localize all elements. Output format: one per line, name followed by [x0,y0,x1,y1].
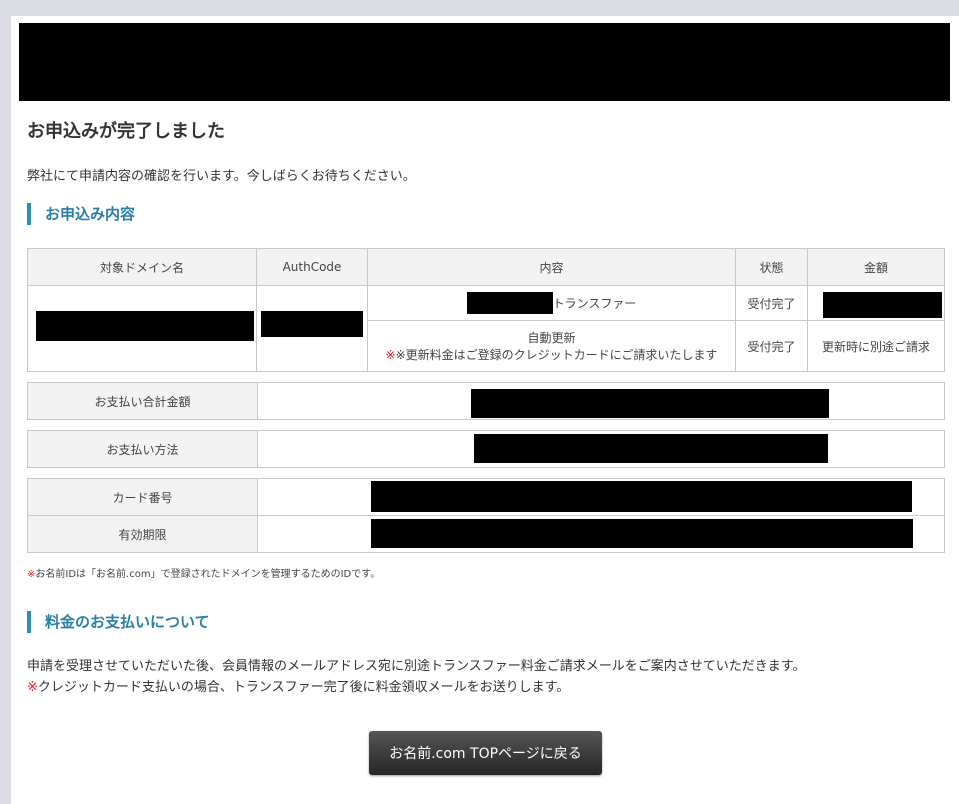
content-transfer: トランスファー [552,296,637,311]
application-heading: お申込み内容 [27,203,135,225]
intro-text: 弊社にて申請内容の確認を行います。今しばらくお待ちください。 [27,169,416,184]
payment-total-table: お支払い合計金額 [27,382,945,420]
page-container: お申込みが完了しました 弊社にて申請内容の確認を行います。今しばらくお待ちくださ… [11,16,959,804]
redacted-domain [36,311,254,341]
col-domain: 対象ドメイン名 [27,248,257,286]
status-cell: 受付完了 [735,320,808,372]
total-value [257,382,945,420]
redacted-card-number [371,481,912,512]
back-to-top-button[interactable]: お名前.com TOPページに戻る [369,731,602,775]
redacted-header [19,23,950,101]
content-cell: 自動更新 ※※更新料金はご登録のクレジットカードにご請求いたします [367,320,736,372]
fee-heading: 料金のお支払いについて [27,611,210,633]
redacted-authcode [261,311,363,337]
amount-cell [807,285,945,321]
method-label: お支払い方法 [27,430,258,468]
expiry-value [257,515,945,553]
col-status: 状態 [735,248,808,286]
fee-text-1: 申請を受理させていただいた後、会員情報のメールアドレス宛に別途トランスファー料金… [27,659,806,674]
card-number-value [257,478,945,516]
card-info-table: カード番号 有効期限 [27,478,945,553]
content-autorenew: 自動更新 [527,331,576,345]
note-mark: ※ [385,348,396,362]
authcode-cell [256,285,368,372]
method-value [257,430,945,468]
id-note: ※お名前IDは「お名前.com」で登録されたドメインを管理するためのIDです。 [27,569,381,580]
table-header-row: 対象ドメイン名 AuthCode 内容 状態 金額 [27,248,945,286]
content-cell: トランスファー [367,285,736,321]
redacted-method [474,434,828,463]
col-content: 内容 [367,248,736,286]
col-authcode: AuthCode [256,248,368,286]
status-cell: 受付完了 [735,285,808,321]
autorenew-note: ※更新料金はご登録のクレジットカードにご請求いたします [395,348,718,362]
expiry-label: 有効期限 [27,515,258,553]
col-amount: 金額 [807,248,945,286]
domain-cell [27,285,257,372]
amount-cell: 更新時に別途ご請求 [807,320,945,372]
card-number-label: カード番号 [27,478,258,516]
application-table: 対象ドメイン名 AuthCode 内容 状態 金額 トランスファー 受付完了 自… [27,248,945,372]
page-title: お申込みが完了しました [27,121,225,142]
table-row: トランスファー 受付完了 [27,285,945,372]
redacted-total [471,389,829,418]
redacted-content-prefix [466,292,553,314]
redacted-expiry [371,519,913,548]
fee-text-2: ※クレジットカード支払いの場合、トランスファー完了後に料金領収メールをお送りしま… [27,680,570,695]
total-label: お支払い合計金額 [27,382,258,420]
payment-method-table: お支払い方法 [27,430,945,468]
redacted-amount [823,292,942,318]
